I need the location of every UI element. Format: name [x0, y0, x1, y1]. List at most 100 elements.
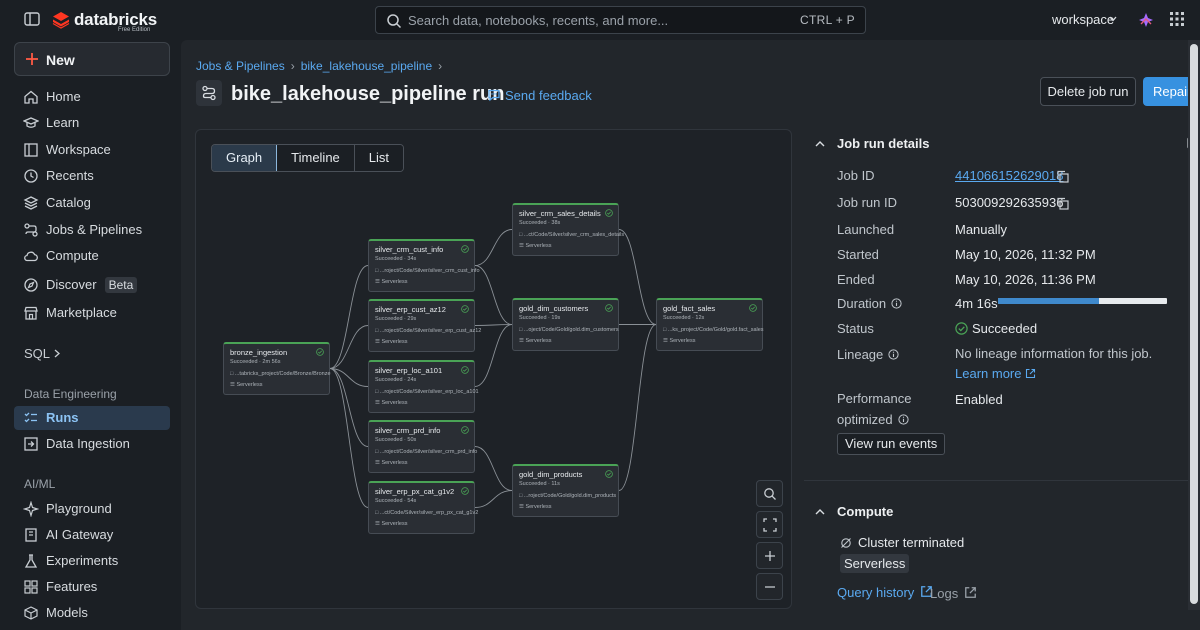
view-run-events-button[interactable]: View run events: [837, 433, 946, 455]
workspace-switcher[interactable]: workspace: [1052, 12, 1114, 27]
sidebar-item-experiments[interactable]: Experiments: [14, 549, 170, 573]
breadcrumb-job[interactable]: bike_lakehouse_pipeline: [301, 59, 432, 73]
info-icon[interactable]: [888, 349, 899, 360]
external-link-icon: [965, 587, 977, 598]
sidebar-item-ai-gateway[interactable]: AI Gateway: [14, 523, 170, 547]
sidebar-item-marketplace[interactable]: Marketplace: [14, 301, 170, 325]
sidebar-section-sql[interactable]: SQL: [24, 346, 50, 361]
task-status: Succeeded · 11s: [519, 481, 560, 487]
sidebar-item-runs[interactable]: Runs: [14, 406, 170, 430]
info-icon[interactable]: [898, 414, 909, 425]
workspace-icon: [24, 143, 38, 157]
task-node-silver_crm_cust_info[interactable]: silver_crm_cust_info Succeeded · 34s □ ...…: [368, 239, 480, 292]
search-icon: [764, 488, 776, 500]
task-node-silver_erp_loc_a101[interactable]: silver_erp_loc_a101 Succeeded · 24s □ ...r…: [368, 360, 479, 413]
sidebar-item-models[interactable]: Models: [14, 601, 170, 625]
graph-zoom-in-button[interactable]: [756, 542, 783, 569]
breadcrumb-jobs-pipelines[interactable]: Jobs & Pipelines: [196, 59, 285, 73]
chevron-up-icon[interactable]: [815, 508, 825, 515]
sidebar-item-label: Home: [46, 89, 81, 104]
graph-edge: [329, 368, 369, 508]
sidebar-item-compute[interactable]: Compute: [14, 244, 170, 268]
task-node-gold_fact_sales[interactable]: gold_fact_sales Succeeded · 12s □ ...ks_pr…: [656, 298, 764, 351]
learn-more-link[interactable]: Learn more: [955, 366, 1036, 381]
task-status: Succeeded · 19s: [519, 315, 561, 321]
task-status: Succeeded · 38s: [519, 220, 561, 226]
task-path: □ ...ks_project/Code/Gold/gold.fact_sale…: [663, 327, 764, 333]
minus-icon: [765, 586, 775, 588]
sidebar-item-workspace[interactable]: Workspace: [14, 138, 170, 162]
task-path: □ ...roject/Code/Silver/silver_crm_cust_…: [375, 268, 480, 274]
info-icon[interactable]: [891, 298, 902, 309]
task-path: □ ...ct/Code/Silver/silver_crm_sales_det…: [519, 232, 625, 238]
sidebar-item-playground[interactable]: Playground: [14, 497, 170, 521]
breadcrumb: Jobs & Pipelines › bike_lakehouse_pipeline…: [196, 59, 448, 73]
task-node-silver_crm_sales_details[interactable]: silver_crm_sales_details Succeeded · 38s □…: [512, 203, 624, 256]
graph-edge: [618, 229, 657, 325]
sidebar-item-home[interactable]: Home: [14, 85, 170, 109]
scrollbar-thumb[interactable]: [1190, 44, 1198, 604]
task-path: □ ...oject/Code/Gold/gold.dim_customers: [519, 327, 619, 333]
check-circle-icon: [316, 348, 324, 356]
sidebar-item-learn[interactable]: Learn: [14, 111, 170, 135]
job-run-id-value: 503009292635936: [955, 195, 1064, 210]
task-node-gold_dim_customers[interactable]: gold_dim_customers Succeeded · 19s □ ...oj…: [512, 298, 619, 351]
graph-search-button[interactable]: [756, 480, 783, 507]
catalog-icon: [23, 196, 39, 210]
tab-list[interactable]: List: [354, 145, 404, 171]
duration-label: Duration: [837, 296, 902, 311]
home-icon: [24, 90, 38, 104]
assistant-icon[interactable]: [1137, 11, 1155, 29]
job-id-link[interactable]: 441066152629018: [955, 168, 1063, 183]
task-name: silver_crm_cust_info: [375, 245, 444, 254]
graph-zoom-out-button[interactable]: [756, 573, 783, 600]
global-search-input[interactable]: Search data, notebooks, recents, and mor…: [375, 6, 866, 34]
apps-grid-icon[interactable]: [1170, 12, 1184, 26]
task-compute: ☰ Serverless: [375, 400, 408, 406]
logs-link[interactable]: Logs: [930, 586, 977, 601]
task-node-silver_erp_cust_az12[interactable]: silver_erp_cust_az12 Succeeded · 29s □ ...…: [368, 299, 481, 352]
sidebar-item-discover[interactable]: Discover Beta: [14, 273, 170, 297]
delete-job-run-button[interactable]: Delete job run: [1040, 77, 1136, 106]
sidebar-item-label: Discover Beta: [46, 277, 138, 293]
chevron-right-icon[interactable]: [54, 349, 60, 358]
copy-icon[interactable]: [1056, 170, 1069, 183]
job-run-icon: [196, 80, 222, 106]
task-graph-panel[interactable]: Graph Timeline List bronze_ingestion Succ…: [195, 129, 792, 609]
sidebar-item-features[interactable]: Features: [14, 575, 170, 599]
sidebar-item-jobs-pipelines[interactable]: Jobs & Pipelines: [14, 218, 170, 242]
plus-icon: [765, 551, 775, 561]
task-node-gold_dim_products[interactable]: gold_dim_products Succeeded · 11s □ ...roj…: [512, 464, 619, 517]
sidebar-item-recents[interactable]: Recents: [14, 164, 170, 188]
task-status: Succeeded · 34s: [375, 256, 417, 262]
check-circle-icon: [605, 304, 613, 312]
sidebar-toggle-icon[interactable]: [24, 11, 40, 27]
graph-edge: [329, 325, 369, 369]
new-button[interactable]: New: [14, 42, 170, 76]
sidebar-item-catalog[interactable]: Catalog: [14, 191, 170, 215]
graph-edge: [474, 265, 513, 325]
task-node-silver_erp_px_cat_g1v2[interactable]: silver_erp_px_cat_g1v2 Succeeded · 54s □ .…: [368, 481, 478, 534]
task-name: silver_crm_prd_info: [375, 426, 441, 435]
job-run-details-header: Job run details: [837, 136, 930, 151]
chevron-up-icon[interactable]: [815, 140, 825, 147]
playground-icon: [23, 501, 39, 517]
models-icon: [24, 606, 38, 620]
task-node-bronze_ingestion[interactable]: bronze_ingestion Succeeded · 2m 56s □ ...t…: [223, 342, 331, 395]
send-feedback-link[interactable]: Send feedback: [487, 88, 592, 103]
sidebar-item-label: Experiments: [46, 553, 119, 568]
task-name: silver_erp_px_cat_g1v2: [375, 487, 455, 496]
chevron-down-icon[interactable]: [1109, 16, 1117, 22]
section-header-ai-ml: AI/ML: [24, 477, 56, 491]
marketplace-icon: [24, 306, 38, 320]
query-history-link[interactable]: Query history: [837, 585, 933, 600]
tab-timeline[interactable]: Timeline: [277, 145, 355, 171]
sidebar-item-data-ingestion[interactable]: Data Ingestion: [14, 432, 170, 456]
copy-icon[interactable]: [1056, 197, 1069, 210]
graph-fit-button[interactable]: [756, 511, 783, 538]
sidebar-item-label: Data Ingestion: [46, 436, 130, 451]
task-node-silver_crm_prd_info[interactable]: silver_crm_prd_info Succeeded · 50s □ ...r…: [368, 420, 477, 473]
task-path: □ ...roject/Code/Silver/silver_erp_loc_a…: [375, 389, 479, 395]
optimized-label: optimized: [837, 412, 909, 427]
tab-graph[interactable]: Graph: [212, 145, 278, 171]
